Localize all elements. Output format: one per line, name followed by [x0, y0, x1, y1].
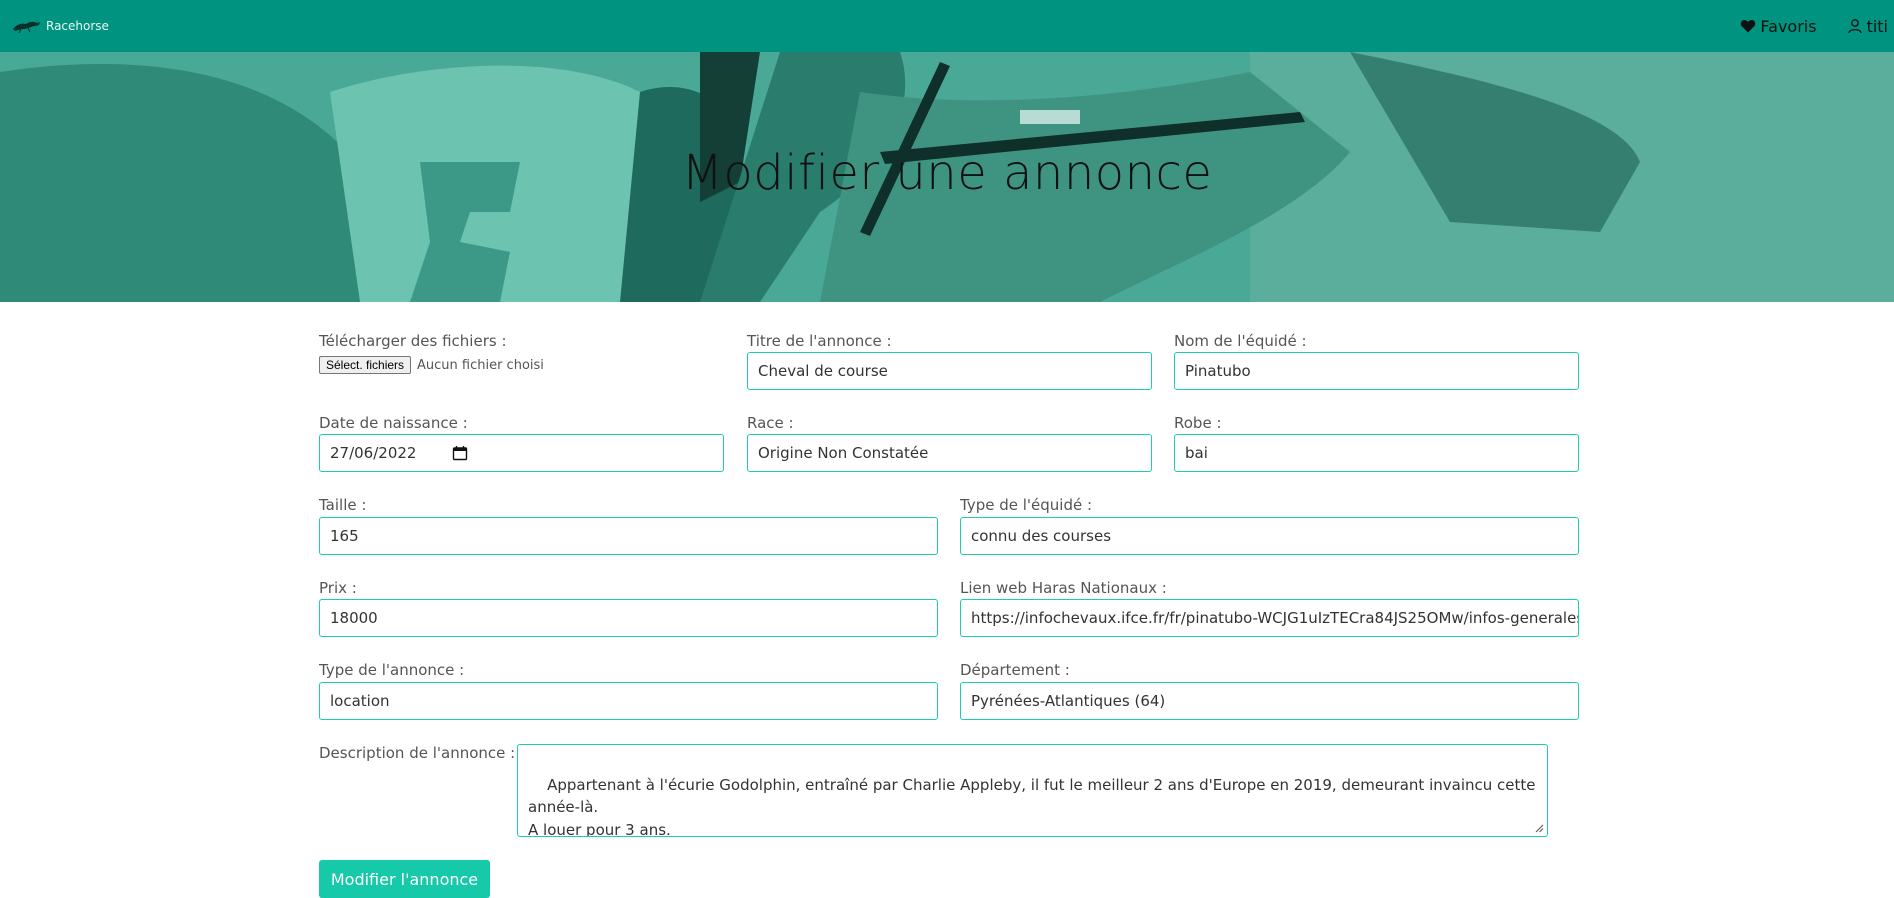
page-title: Modifier une annonce [681, 145, 1213, 201]
ad-type-label: Type de l'annonce : [319, 661, 465, 679]
coat-input[interactable]: bai [1174, 434, 1579, 472]
haras-link-input[interactable]: https://infochevaux.ifce.fr/fr/pinatubo-… [960, 599, 1579, 637]
price-label: Prix : [319, 579, 357, 597]
haras-link-label: Lien web Haras Nationaux : [960, 579, 1167, 597]
height-input[interactable]: 165 [319, 517, 938, 555]
description-text: Appartenant à l'écurie Godolphin, entraî… [528, 775, 1536, 837]
breed-label: Race : [747, 414, 794, 432]
horse-name-label: Nom de l'équidé : [1174, 332, 1307, 350]
nav-links: Favoris titi [1740, 12, 1888, 40]
birth-date-label: Date de naissance : [319, 414, 468, 432]
description-textarea[interactable]: Appartenant à l'écurie Godolphin, entraî… [517, 744, 1548, 837]
department-label: Département : [960, 661, 1070, 679]
birth-date-input[interactable]: 27/06/2022 [319, 434, 724, 472]
ad-type-input[interactable]: location [319, 682, 938, 720]
file-select-button[interactable]: Sélect. fichiers [319, 356, 412, 374]
file-status-text: Aucun fichier choisi [417, 358, 544, 373]
coat-label: Robe : [1174, 414, 1222, 432]
breed-input[interactable]: Origine Non Constatée [747, 434, 1152, 472]
brand-link[interactable]: Racehorse [12, 13, 109, 39]
user-label: titi [1866, 16, 1888, 36]
price-input[interactable]: 18000 [319, 599, 938, 637]
favorites-label: Favoris [1760, 16, 1817, 36]
brand-label: Racehorse [46, 19, 109, 33]
ad-title-input[interactable]: Cheval de course [747, 352, 1152, 390]
user-icon [1847, 19, 1862, 34]
horse-name-input[interactable]: Pinatubo [1174, 352, 1579, 390]
resize-grip-icon[interactable] [1535, 824, 1544, 833]
description-label: Description de l'annonce : [319, 744, 516, 762]
horse-logo-icon [13, 21, 40, 34]
horse-type-input[interactable]: connu des courses [960, 517, 1579, 555]
favorites-link[interactable]: Favoris [1740, 16, 1817, 36]
heart-icon [1741, 19, 1756, 33]
department-input[interactable]: Pyrénées-Atlantiques (64) [960, 682, 1579, 720]
ad-title-label: Titre de l'annonce : [747, 332, 892, 350]
horse-type-label: Type de l'équidé : [960, 496, 1093, 514]
height-label: Taille : [319, 496, 367, 514]
hero-banner: Modifier une annonce [0, 52, 1894, 302]
submit-button[interactable]: Modifier l'annonce [319, 860, 490, 898]
calendar-icon[interactable] [452, 445, 468, 461]
birth-date-value: 27/06/2022 [330, 444, 417, 462]
files-label: Télécharger des fichiers : [319, 332, 507, 350]
navbar: Racehorse Favoris titi [0, 0, 1894, 52]
user-menu-link[interactable]: titi [1847, 17, 1888, 36]
